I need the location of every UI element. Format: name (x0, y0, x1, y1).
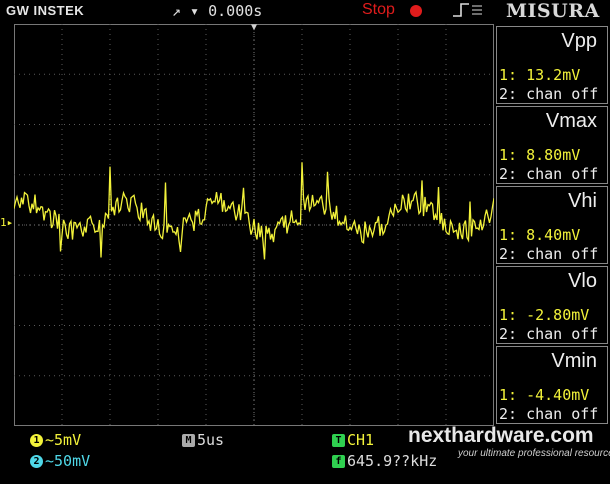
measure-vmax-ch1: 1: 8.80mV (499, 146, 581, 164)
measure-vmin[interactable]: Vmin 1: -4.40mV 2: chan off (496, 346, 608, 424)
timebase[interactable]: M 5us (182, 431, 224, 449)
waveform-display (14, 24, 494, 426)
run-stop-status[interactable]: Stop (362, 1, 395, 19)
measure-vmin-ch1: 1: -4.40mV (499, 386, 590, 404)
measure-vlo-title: Vlo (568, 270, 597, 292)
trigger-edge-icon (452, 2, 484, 22)
measure-vmax-ch2: 2: chan off (499, 165, 599, 183)
timebase-icon: M (182, 434, 195, 447)
frequency-value: 645.9??kHz (347, 452, 438, 470)
watermark-tagline: your ultimate professional resource (458, 448, 610, 459)
measure-vpp-title: Vpp (561, 30, 597, 52)
ch2-badge-icon: 2 (30, 455, 43, 468)
measure-vlo[interactable]: Vlo 1: -2.80mV 2: chan off (496, 266, 608, 344)
measurement-panel: Vpp 1: 13.2mV 2: chan off Vmax 1: 8.80mV… (496, 22, 608, 424)
watermark-text: nexthardware.com (408, 424, 594, 447)
trigger-source-value: CH1 (347, 431, 375, 449)
measure-vhi-title: Vhi (568, 190, 597, 212)
brand-logo: GW INSTEK (6, 3, 85, 18)
waveform-graticule (14, 24, 494, 426)
trigger-icon: T (332, 434, 345, 447)
trigger-source[interactable]: T CH1 (332, 431, 374, 449)
measure-vhi[interactable]: Vhi 1: 8.40mV 2: chan off (496, 186, 608, 264)
ch2-scale[interactable]: 2 ~50mV (30, 452, 90, 470)
top-status-bar: GW INSTEK ↗ ▾ 0.000s Stop MISURA (0, 0, 610, 22)
measure-vhi-ch2: 2: chan off (499, 245, 599, 263)
trigger-position-readout[interactable]: ↗ ▾ 0.000s (172, 2, 262, 20)
measure-vmin-ch2: 2: chan off (499, 405, 599, 423)
frequency-counter: f 645.9??kHz (332, 452, 437, 470)
measure-vmin-title: Vmin (551, 350, 597, 372)
measure-menu-title[interactable]: MISURA (506, 0, 600, 22)
measure-vlo-ch1: 1: -2.80mV (499, 306, 590, 324)
measure-vlo-ch2: 2: chan off (499, 325, 599, 343)
stop-indicator-icon (410, 5, 422, 17)
ch1-marker-label: 1 (0, 216, 7, 229)
ch1-scale[interactable]: 1 ~5mV (30, 431, 81, 449)
ch1-scale-value: ~5mV (45, 431, 82, 449)
ch2-scale-value: ~50mV (45, 452, 91, 470)
timebase-value: 5us (197, 431, 225, 449)
ch1-level-marker: 1▸ (0, 216, 14, 229)
measure-vpp[interactable]: Vpp 1: 13.2mV 2: chan off (496, 26, 608, 104)
measure-vmax-title: Vmax (545, 110, 597, 132)
trigger-point-marker: ▼ (251, 22, 258, 33)
measure-vmax[interactable]: Vmax 1: 8.80mV 2: chan off (496, 106, 608, 184)
ch1-badge-icon: 1 (30, 434, 43, 447)
measure-vhi-ch1: 1: 8.40mV (499, 226, 581, 244)
frequency-icon: f (332, 455, 345, 468)
measure-vpp-ch1: 1: 13.2mV (499, 66, 581, 84)
measure-vpp-ch2: 2: chan off (499, 85, 599, 103)
